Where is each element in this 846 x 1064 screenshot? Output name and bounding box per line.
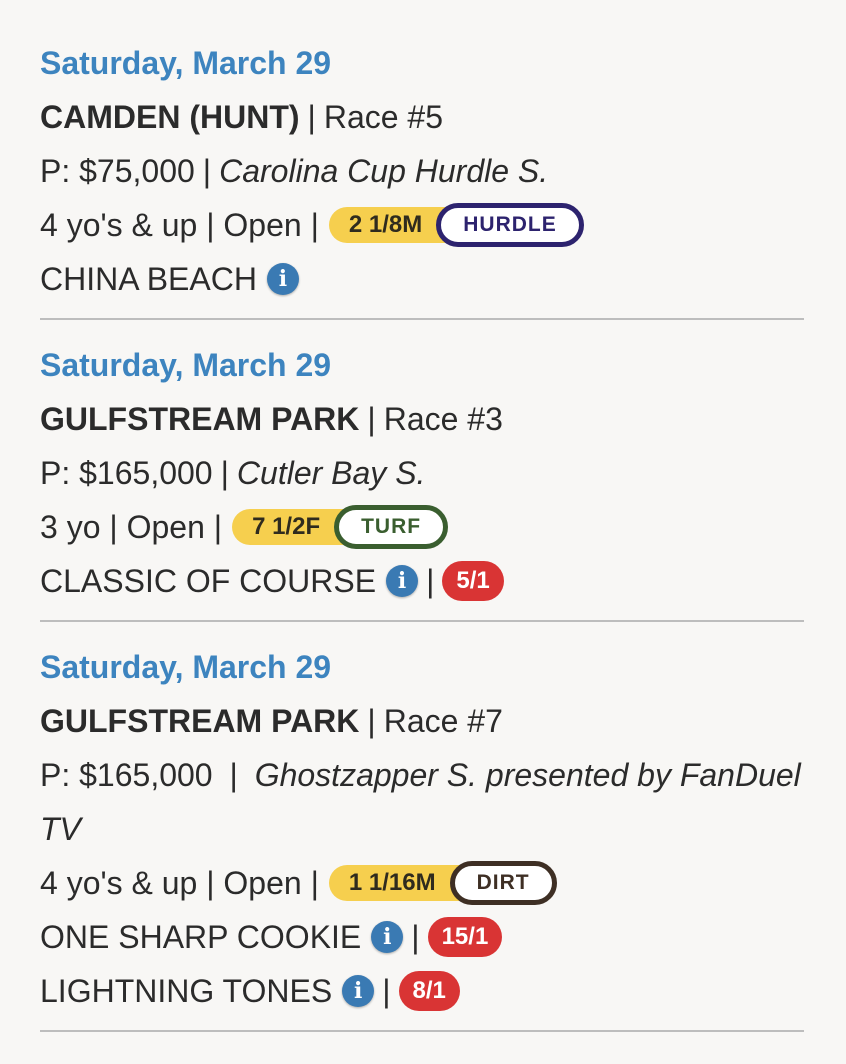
horse-name[interactable]: LIGHTNING TONES <box>40 964 332 1018</box>
race-date: Saturday, March 29 <box>40 45 332 81</box>
conditions-line: 4 yo's & up | Open | 2 1/8M HURDLE <box>40 198 804 252</box>
conditions: 3 yo | Open | <box>40 509 223 545</box>
track-name[interactable]: GULFSTREAM PARK <box>40 392 359 446</box>
stakes-name: Cutler Bay S. <box>236 455 426 491</box>
purse-line: P: $75,000 | Carolina Cup Hurdle S. <box>40 144 804 198</box>
conditions-line: 4 yo's & up | Open | 1 1/16M DIRT <box>40 856 804 910</box>
separator: | <box>367 401 376 437</box>
surface-badge: TURF <box>334 505 449 549</box>
race-number: Race #3 <box>383 401 503 437</box>
purse-line: P: $165,000 | Cutler Bay S. <box>40 446 804 500</box>
distance-surface-pill: 1 1/16M DIRT <box>328 861 557 905</box>
track-name[interactable]: CAMDEN (HUNT) <box>40 90 300 144</box>
race-number: Race #7 <box>383 703 503 739</box>
info-circle-icon[interactable]: i <box>266 263 299 295</box>
surface-badge: HURDLE <box>436 203 584 247</box>
horse-row: LIGHTNING TONES i | 8/1 <box>40 964 804 1018</box>
separator: | <box>367 703 376 739</box>
separator: | <box>382 973 391 1009</box>
horse-name[interactable]: ONE SHARP COOKIE <box>40 910 361 964</box>
conditions: 4 yo's & up | Open | <box>40 207 319 243</box>
distance-surface-pill: 7 1/2F TURF <box>232 505 449 549</box>
race-heading: GULFSTREAM PARK | Race #3 <box>40 392 804 446</box>
purse: P: $75,000 <box>40 153 195 189</box>
purse: P: $165,000 <box>40 455 213 491</box>
horse-name[interactable]: CLASSIC OF COURSE <box>40 554 376 608</box>
odds-badge: 8/1 <box>398 971 460 1011</box>
separator: | <box>307 99 316 135</box>
separator: | <box>220 455 229 491</box>
separator: | <box>202 153 212 189</box>
separator: | <box>229 757 238 793</box>
info-circle-icon[interactable]: i <box>371 921 404 953</box>
info-circle-icon[interactable]: i <box>342 975 375 1007</box>
purse-line: P: $165,000 | Ghostzapper S. presented b… <box>40 748 804 856</box>
distance-surface-pill: 2 1/8M HURDLE <box>328 203 584 247</box>
race-heading: GULFSTREAM PARK | Race #7 <box>40 694 804 748</box>
surface-badge: DIRT <box>449 861 557 905</box>
stakes-name: Carolina Cup Hurdle S. <box>219 153 549 189</box>
race-date: Saturday, March 29 <box>40 649 332 685</box>
purse: P: $165,000 <box>40 757 213 793</box>
horse-row: CHINA BEACH i <box>40 252 804 306</box>
race-heading: CAMDEN (HUNT) | Race #5 <box>40 90 804 144</box>
race-number: Race #5 <box>323 99 444 135</box>
race-entry: Saturday, March 29 GULFSTREAM PARK | Rac… <box>40 640 804 1032</box>
odds-badge: 15/1 <box>427 917 503 957</box>
race-entry: Saturday, March 29 CAMDEN (HUNT) | Race … <box>40 36 804 320</box>
horse-row: ONE SHARP COOKIE i | 15/1 <box>40 910 804 964</box>
info-circle-icon[interactable]: i <box>386 565 419 597</box>
separator: | <box>426 563 435 599</box>
race-date: Saturday, March 29 <box>40 347 332 383</box>
horse-name[interactable]: CHINA BEACH <box>40 252 257 306</box>
conditions-line: 3 yo | Open | 7 1/2F TURF <box>40 500 804 554</box>
track-name[interactable]: GULFSTREAM PARK <box>40 694 359 748</box>
race-entry: Saturday, March 29 GULFSTREAM PARK | Rac… <box>40 338 804 622</box>
odds-badge: 5/1 <box>442 561 504 601</box>
conditions: 4 yo's & up | Open | <box>40 865 319 901</box>
race-list: Saturday, March 29 CAMDEN (HUNT) | Race … <box>0 0 846 1032</box>
separator: | <box>411 919 420 955</box>
horse-row: CLASSIC OF COURSE i | 5/1 <box>40 554 804 608</box>
